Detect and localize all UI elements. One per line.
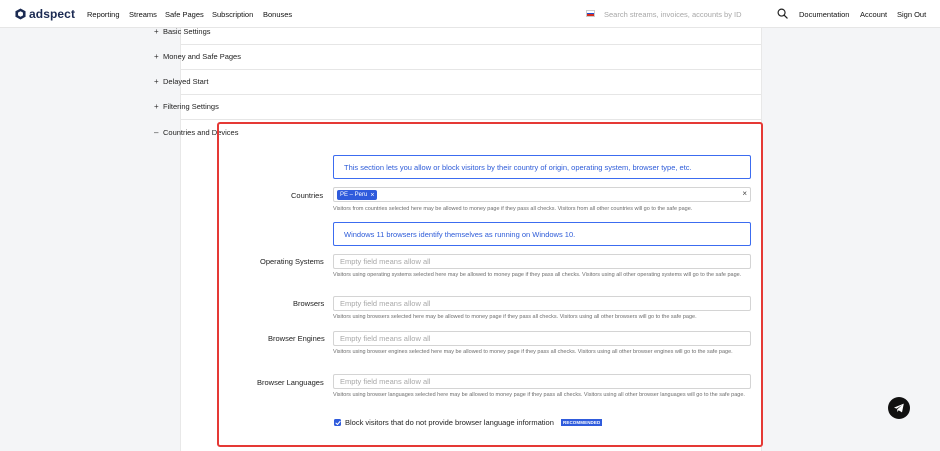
browsers-input[interactable]: [333, 296, 751, 311]
accordion-delayed-start[interactable]: + Delayed Start: [154, 77, 208, 86]
brand-name: adspect: [29, 7, 76, 21]
accordion-label: Money and Safe Pages: [163, 52, 241, 61]
nav-subscription[interactable]: Subscription: [212, 10, 253, 19]
nav-safe-pages[interactable]: Safe Pages: [165, 10, 204, 19]
block-language-checkbox[interactable]: [334, 419, 341, 426]
engines-input[interactable]: [333, 331, 751, 346]
hexagon-logo-icon: [15, 8, 26, 20]
browsers-label: Browsers: [293, 299, 325, 308]
accordion-row-delayed-start: [181, 70, 761, 95]
countries-multiselect[interactable]: PE – Peru × ×: [333, 187, 751, 202]
nav-bonuses[interactable]: Bonuses: [263, 10, 292, 19]
block-language-label[interactable]: Block visitors that do not provide brows…: [345, 418, 554, 427]
countries-label: Countries: [291, 191, 324, 200]
russia-flag-icon[interactable]: [586, 10, 595, 17]
accordion-label: Delayed Start: [163, 77, 209, 86]
country-tag-label: PE – Peru: [340, 192, 368, 198]
languages-input[interactable]: [333, 374, 751, 389]
search-input[interactable]: [604, 8, 764, 20]
accordion-row-basic-settings: [181, 20, 761, 45]
accordion-money-safe-pages[interactable]: + Money and Safe Pages: [154, 52, 241, 61]
windows-note: Windows 11 browsers identify themselves …: [333, 222, 751, 246]
accordion-filtering-settings[interactable]: + Filtering Settings: [154, 102, 219, 111]
engines-label: Browser Engines: [268, 334, 325, 343]
section-intro-note: This section lets you allow or block vis…: [333, 155, 751, 179]
country-tag: PE – Peru ×: [337, 190, 378, 200]
nav-documentation[interactable]: Documentation: [799, 10, 849, 19]
nav-account[interactable]: Account: [860, 10, 887, 19]
accordion-label: Filtering Settings: [163, 102, 219, 111]
clear-all-icon[interactable]: ×: [742, 189, 747, 198]
recommended-badge: RECOMMENDED: [561, 419, 603, 426]
nav-streams[interactable]: Streams: [129, 10, 157, 19]
brand-logo[interactable]: adspect: [15, 7, 75, 21]
expand-icon: +: [154, 77, 159, 86]
accordion-label: Countries and Devices: [163, 128, 239, 137]
accordion-countries-devices[interactable]: – Countries and Devices: [154, 128, 238, 137]
accordion-label: Basic Settings: [163, 27, 211, 36]
expand-icon: +: [154, 102, 159, 111]
telegram-icon: [894, 403, 904, 413]
engines-help-text: Visitors using browser engines selected …: [333, 349, 733, 355]
os-help-text: Visitors using operating systems selecte…: [333, 272, 742, 278]
nav-sign-out[interactable]: Sign Out: [897, 10, 926, 19]
accordion-row-filtering-settings: [181, 95, 761, 120]
browsers-help-text: Visitors using browsers selected here ma…: [333, 314, 697, 320]
checkmark-icon: [334, 420, 341, 425]
languages-label: Browser Languages: [257, 378, 324, 387]
remove-tag-icon[interactable]: ×: [370, 192, 374, 199]
accordion-basic-settings[interactable]: + Basic Settings: [154, 27, 211, 36]
languages-help-text: Visitors using browser languages selecte…: [333, 392, 745, 398]
accordion-row-money-safe-pages: [181, 45, 761, 70]
countries-help-text: Visitors from countries selected here ma…: [333, 206, 693, 212]
telegram-button[interactable]: [888, 397, 910, 419]
nav-reporting[interactable]: Reporting: [87, 10, 120, 19]
expand-icon: +: [154, 52, 159, 61]
os-label: Operating Systems: [260, 257, 324, 266]
collapse-icon: –: [154, 128, 159, 137]
search-icon[interactable]: [777, 8, 788, 19]
os-input[interactable]: [333, 254, 751, 269]
expand-icon: +: [154, 27, 159, 36]
